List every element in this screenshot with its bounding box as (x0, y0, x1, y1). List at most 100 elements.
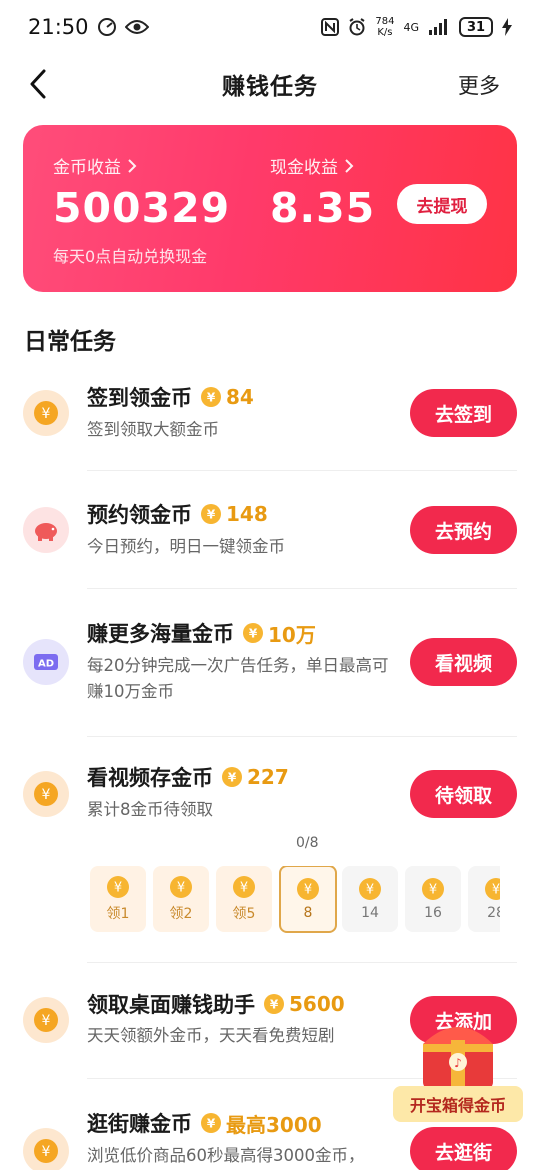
task-name: 预约领金币 ¥ 148 (87, 502, 268, 527)
chevron-left-icon (30, 69, 46, 99)
coin-icon: ¥ (201, 387, 221, 407)
network-speed: 784 K/s (375, 16, 395, 38)
progress-cell[interactable]: ¥ 领1 (90, 866, 146, 932)
task-description: 每20分钟完成一次广告任务，单日最高可赚10万金币 (87, 656, 389, 701)
yen-coin-icon: ¥ (23, 1128, 69, 1170)
reserve-button[interactable]: 去预约 (410, 506, 517, 554)
alarm-icon (348, 18, 366, 36)
battery-indicator: 31 (459, 17, 493, 37)
progress-cell[interactable]: ¥ 领2 (153, 866, 209, 932)
coin-icon: ¥ (201, 504, 221, 524)
charging-icon (502, 18, 512, 36)
task-description: 天天领额外金币，天天看免费短剧 (87, 1026, 335, 1045)
task-description: 签到领取大额金币 (87, 420, 219, 439)
progress-cell-label: 领1 (106, 906, 130, 922)
progress-cell-label: 16 (424, 905, 442, 921)
svg-text:¥: ¥ (366, 883, 374, 898)
cash-earnings-value: 8.35 (270, 184, 376, 232)
task-name: 领取桌面赚钱助手 ¥ 5600 (87, 992, 345, 1017)
coin-earnings[interactable]: 金币收益 500329 (53, 153, 230, 232)
task-reward: ¥ 10万 (242, 619, 316, 648)
page-title: 赚钱任务 (222, 74, 318, 100)
divider (87, 588, 517, 589)
progress-cell[interactable]: ¥28 (468, 866, 500, 932)
task-reward: ¥ 148 (200, 502, 268, 526)
progress-cell-label: 领5 (232, 906, 256, 922)
section-title: 日常任务 (24, 329, 116, 355)
svg-text:¥: ¥ (429, 883, 437, 898)
signin-button[interactable]: 去签到 (410, 389, 517, 437)
divider (87, 736, 517, 737)
eye-icon (124, 18, 149, 36)
coin-icon: ¥ (359, 878, 381, 900)
task-reward: ¥ 5600 (263, 992, 345, 1016)
cash-earnings[interactable]: 现金收益 8.35 (270, 153, 375, 232)
task-name: 看视频存金币 ¥ 227 (87, 765, 289, 790)
svg-text:¥: ¥ (207, 391, 216, 405)
coin-icon: ¥ (233, 876, 255, 898)
earnings-card: 金币收益 500329 现金收益 8.35 每天0点自动兑换现金 去提现 (23, 125, 517, 292)
divider (87, 962, 517, 963)
treasure-label: 开宝箱得金币 (393, 1086, 523, 1122)
back-button[interactable] (26, 68, 54, 100)
svg-text:¥: ¥ (177, 881, 185, 896)
task-description: 浏览低价商品60秒最高得3000金币， (87, 1146, 365, 1165)
coin-icon: ¥ (485, 878, 500, 900)
svg-text:¥: ¥ (42, 787, 51, 803)
svg-text:¥: ¥ (42, 1013, 51, 1029)
svg-text:¥: ¥ (42, 406, 51, 422)
coin-icon: ¥ (170, 876, 192, 898)
cash-earnings-label: 现金收益 (270, 158, 338, 178)
nav-header: 赚钱任务 更多 (0, 54, 540, 114)
claim-button[interactable]: 待领取 (410, 770, 517, 818)
task-description: 今日预约，明日一键领金币 (87, 537, 285, 556)
chevron-right-icon (128, 158, 137, 173)
progress-cell[interactable]: ¥16 (405, 866, 461, 932)
coin-earnings-label: 金币收益 (53, 158, 121, 178)
coin-icon: ¥ (422, 878, 444, 900)
svg-text:AD: AD (38, 659, 54, 670)
task-description: 累计8金币待领取 (87, 800, 213, 819)
yen-coin-icon: ¥ (23, 390, 69, 436)
coin-icon: ¥ (297, 878, 319, 900)
progress-cell-label: 领2 (169, 906, 193, 922)
svg-text:¥: ¥ (270, 998, 279, 1012)
progress-cell[interactable]: ¥ 领5 (216, 866, 272, 932)
coin-icon: ¥ (201, 1113, 221, 1133)
coin-icon: ¥ (222, 767, 242, 787)
svg-text:¥: ¥ (114, 881, 122, 896)
piggy-bank-icon (23, 507, 69, 553)
progress-cell-label: 28 (487, 905, 500, 921)
svg-text:¥: ¥ (240, 881, 248, 896)
more-button[interactable]: 更多 (458, 70, 500, 100)
network-type: 4G (403, 20, 419, 34)
task-reward: ¥ 84 (200, 385, 254, 409)
treasure-chest-widget[interactable]: ♪ 开宝箱得金币 (393, 1010, 523, 1122)
nfc-icon (321, 18, 340, 36)
svg-text:¥: ¥ (207, 1117, 216, 1131)
progress-cell[interactable]: ¥14 (342, 866, 398, 932)
task-name: 赚更多海量金币 ¥ 10万 (87, 618, 316, 648)
chevron-right-icon (345, 158, 354, 173)
yen-coin-icon: ¥ (23, 997, 69, 1043)
progress-cell-label: 14 (361, 905, 379, 921)
svg-text:¥: ¥ (304, 883, 312, 898)
progress-cell[interactable]: ¥8 (279, 866, 337, 933)
yen-coin-icon: ¥ (23, 771, 69, 817)
shopping-button[interactable]: 去逛街 (410, 1127, 517, 1170)
svg-text:¥: ¥ (249, 627, 258, 641)
coin-icon: ¥ (243, 623, 263, 643)
coin-icon: ¥ (264, 994, 284, 1014)
ad-icon: AD (23, 639, 69, 685)
divider (87, 470, 517, 471)
svg-text:♪: ♪ (454, 1056, 462, 1070)
status-bar: 21:50 784 K/s 4G 31 (0, 0, 540, 54)
svg-text:¥: ¥ (228, 771, 237, 785)
withdraw-button[interactable]: 去提现 (397, 184, 487, 224)
coin-icon: ¥ (107, 876, 129, 898)
watch-video-button[interactable]: 看视频 (410, 638, 517, 686)
progress-label: 0/8 (296, 835, 319, 851)
svg-text:¥: ¥ (207, 508, 216, 522)
status-time: 21:50 (28, 15, 89, 39)
task-reward: ¥ 最高3000 (200, 1109, 322, 1138)
